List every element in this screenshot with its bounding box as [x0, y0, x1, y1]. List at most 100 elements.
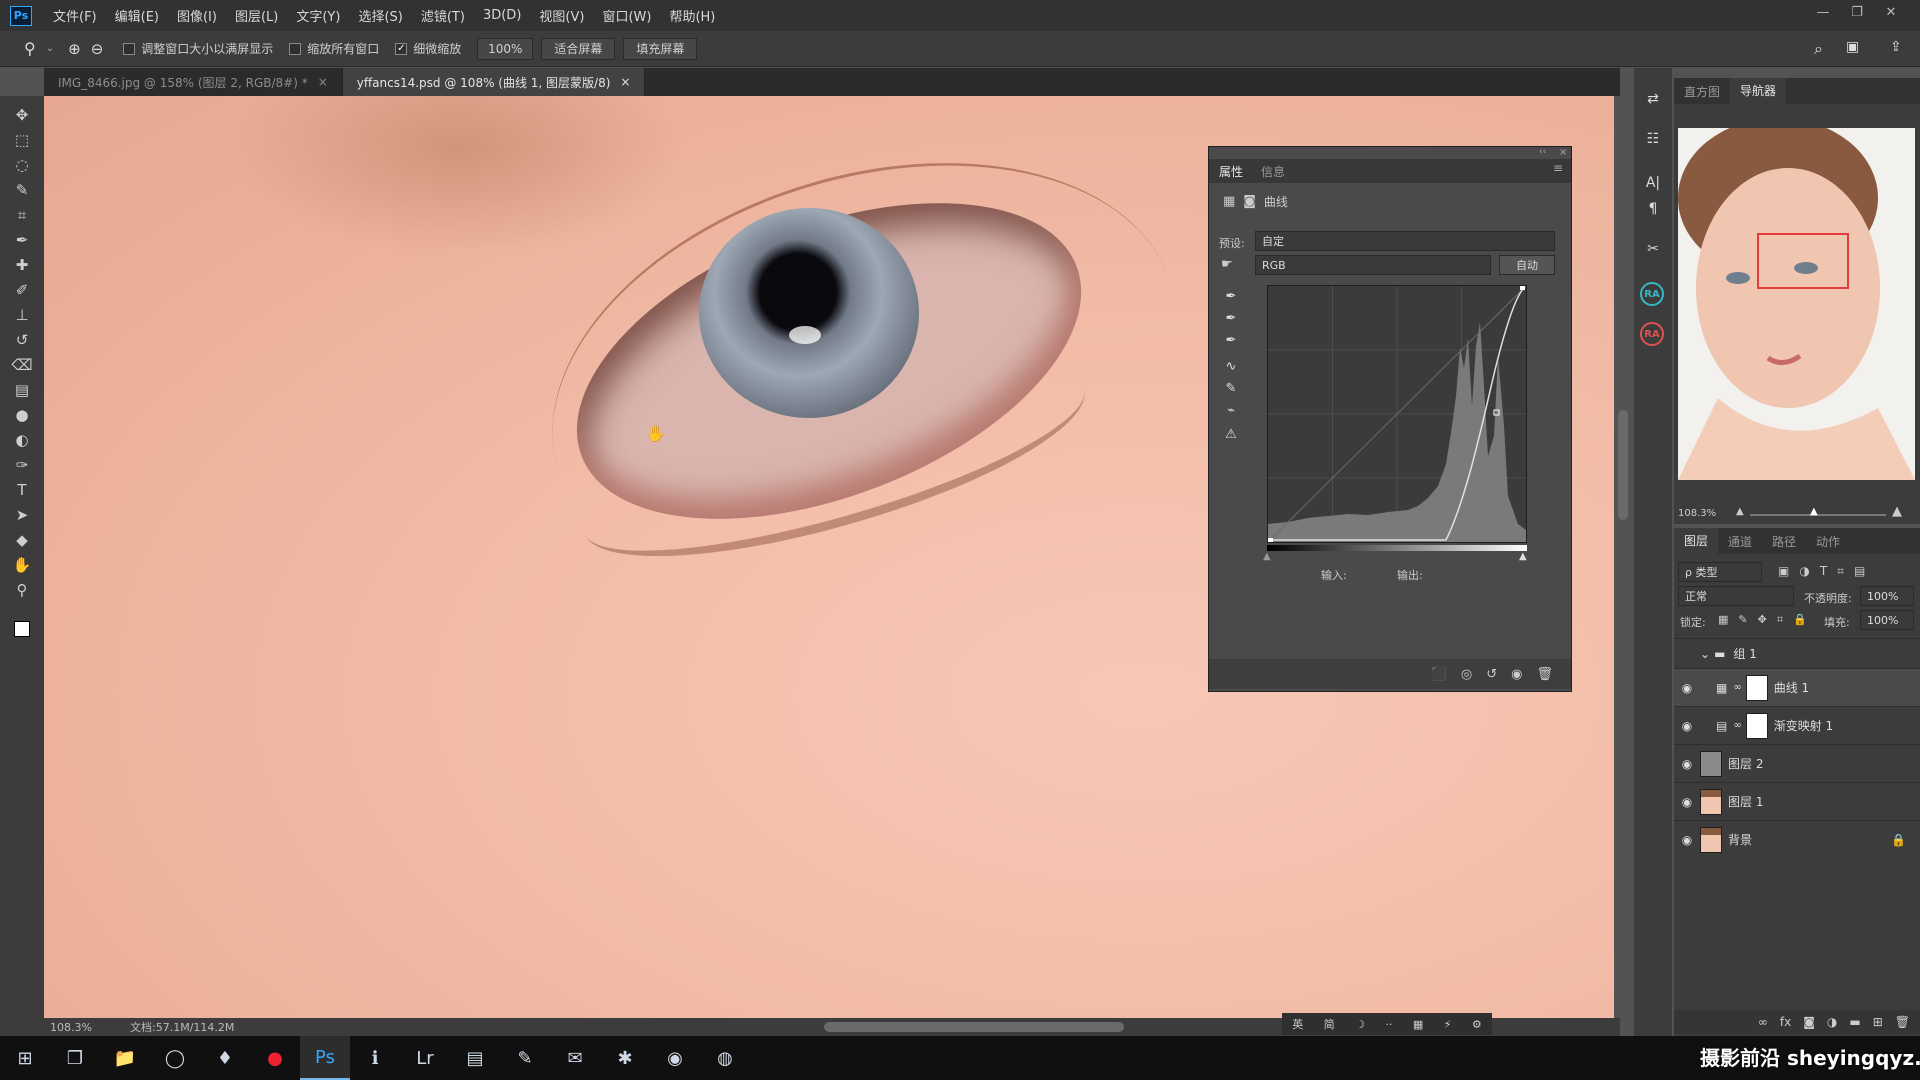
- eye-icon[interactable]: ◉: [1674, 681, 1700, 695]
- status-doc-size[interactable]: 文档:57.1M/114.2M: [130, 1019, 234, 1035]
- mask-thumbnail[interactable]: [1745, 674, 1768, 701]
- lock-transparency-icon[interactable]: ▦: [1718, 613, 1728, 627]
- opacity-field[interactable]: 100%: [1860, 586, 1914, 606]
- close-icon[interactable]: ×: [1559, 147, 1567, 159]
- gray-eyedropper-icon[interactable]: ✒: [1221, 309, 1241, 327]
- tab-layers[interactable]: 图层: [1674, 528, 1719, 554]
- white-slider-icon[interactable]: ▲: [1519, 551, 1527, 562]
- stamp-icon[interactable]: ⊥: [10, 304, 34, 326]
- layer-name[interactable]: 图层 2: [1728, 755, 1763, 772]
- restore-button[interactable]: ❐: [1840, 0, 1874, 24]
- horizontal-scrollbar[interactable]: [824, 1022, 1124, 1032]
- pencil-icon[interactable]: ✎: [1221, 379, 1241, 397]
- search-icon[interactable]: ⌕: [1814, 39, 1823, 59]
- move-icon[interactable]: ✥: [10, 104, 34, 126]
- eye-icon[interactable]: ◉: [1674, 719, 1700, 733]
- tab-navigator[interactable]: 导航器: [1730, 78, 1787, 104]
- tab-channels[interactable]: 通道: [1718, 533, 1762, 550]
- lock-position-icon[interactable]: ✥: [1758, 613, 1767, 627]
- delete-layer-icon[interactable]: 🗑: [1895, 1015, 1910, 1029]
- visibility-icon[interactable]: ◉: [1511, 667, 1522, 682]
- black-eyedropper-icon[interactable]: ✒: [1221, 287, 1241, 305]
- resize-windows-checkbox[interactable]: 调整窗口大小以满屏显示: [123, 40, 273, 57]
- app3-icon[interactable]: ✱: [600, 1036, 650, 1080]
- type-filter-icon[interactable]: T: [1820, 564, 1827, 579]
- photoshop-icon[interactable]: Ps: [300, 1036, 350, 1080]
- zoom-icon[interactable]: ⚲: [10, 579, 34, 601]
- menu-select[interactable]: 选择(S): [349, 6, 411, 25]
- menu-image[interactable]: 图像(I): [168, 6, 226, 25]
- ime-punct-icon[interactable]: ··: [1385, 1018, 1392, 1031]
- curves-adjustment-icon[interactable]: ▦: [1223, 194, 1235, 209]
- character-icon[interactable]: A|: [1640, 170, 1666, 196]
- new-layer-icon[interactable]: ⊞: [1873, 1015, 1883, 1029]
- eye-icon[interactable]: ◉: [1674, 795, 1700, 809]
- layer-row-layer2[interactable]: ◉ 图层 2: [1674, 744, 1920, 782]
- menu-layer[interactable]: 图层(L): [226, 6, 287, 25]
- vertical-scrollbar[interactable]: [1618, 410, 1628, 520]
- lock-all-icon[interactable]: 🔒: [1793, 613, 1807, 627]
- curves-graph[interactable]: [1267, 285, 1527, 543]
- menu-3d[interactable]: 3D(D): [474, 8, 530, 23]
- curve-point-icon[interactable]: ∿: [1221, 357, 1241, 375]
- eraser-icon[interactable]: ⌫: [10, 354, 34, 376]
- gradient-icon[interactable]: ▤: [10, 379, 34, 401]
- photoshop-logo-icon[interactable]: Ps: [10, 5, 32, 26]
- layer-thumbnail[interactable]: [1700, 788, 1722, 815]
- ime-moon-icon[interactable]: ☽: [1355, 1018, 1365, 1031]
- layer-name[interactable]: 曲线 1: [1774, 679, 1809, 696]
- link-layers-icon[interactable]: ∞: [1758, 1015, 1768, 1029]
- target-adjust-icon[interactable]: ☛: [1221, 257, 1233, 272]
- brush-icon[interactable]: ✐: [10, 279, 34, 301]
- add-mask-icon[interactable]: ◙: [1803, 1015, 1815, 1029]
- eye-icon[interactable]: ◉: [1674, 833, 1700, 847]
- ime-simplified[interactable]: 简: [1324, 1016, 1335, 1032]
- fit-screen-button[interactable]: 适合屏幕: [541, 37, 616, 60]
- share-icon[interactable]: ⇪: [1890, 39, 1902, 55]
- ra-plugin-icon[interactable]: RA: [1640, 322, 1664, 346]
- hand-icon[interactable]: ✋: [10, 554, 34, 576]
- blur-icon[interactable]: ●: [10, 404, 34, 426]
- notes-icon[interactable]: ▤: [450, 1036, 500, 1080]
- task-view-icon[interactable]: ❐: [50, 1036, 100, 1080]
- adjustments-icon[interactable]: ☷: [1640, 126, 1666, 152]
- menu-window[interactable]: 窗口(W): [593, 6, 660, 25]
- tools-preset-icon[interactable]: ✂: [1640, 236, 1666, 262]
- smart-filter-icon[interactable]: ▤: [1854, 564, 1865, 579]
- adjustment-filter-icon[interactable]: ◑: [1799, 564, 1809, 579]
- smooth-icon[interactable]: ⌁: [1221, 401, 1241, 419]
- white-eyedropper-icon[interactable]: ✒: [1221, 331, 1241, 349]
- collapse-icon[interactable]: ‹‹: [1539, 147, 1546, 159]
- link-icon[interactable]: ∞: [1733, 682, 1741, 693]
- scrubby-zoom-checkbox[interactable]: ✓ 细微缩放: [395, 40, 461, 57]
- layer-thumbnail[interactable]: [1700, 750, 1722, 777]
- fill-field[interactable]: 100%: [1860, 610, 1914, 630]
- layer-filter-select[interactable]: ρ 类型: [1678, 562, 1762, 582]
- paragraph-icon[interactable]: ¶: [1640, 196, 1666, 222]
- menu-help[interactable]: 帮助(H): [660, 6, 724, 25]
- app5-icon[interactable]: ◍: [700, 1036, 750, 1080]
- menu-filter[interactable]: 滤镜(T): [412, 6, 474, 25]
- fill-screen-button[interactable]: 填充屏幕: [623, 37, 698, 60]
- clip-to-layer-icon[interactable]: ⬛: [1431, 667, 1447, 682]
- zoom-out-icon[interactable]: ⊖: [91, 40, 104, 58]
- layer-name[interactable]: 组 1: [1733, 645, 1756, 662]
- start-icon[interactable]: ⊞: [0, 1036, 50, 1080]
- shape-filter-icon[interactable]: ⌗: [1837, 564, 1844, 579]
- close-icon[interactable]: ×: [318, 75, 328, 89]
- new-adjustment-icon[interactable]: ◑: [1827, 1015, 1837, 1029]
- tab-histogram[interactable]: 直方图: [1674, 83, 1730, 100]
- info-icon[interactable]: ℹ: [350, 1036, 400, 1080]
- chevron-down-icon[interactable]: ⌄: [1700, 647, 1710, 661]
- app-icon[interactable]: ♦: [200, 1036, 250, 1080]
- menu-file[interactable]: 文件(F): [44, 6, 106, 25]
- dodge-icon[interactable]: ◐: [10, 429, 34, 451]
- history-icon[interactable]: ⇄: [1640, 86, 1666, 112]
- close-icon[interactable]: ×: [620, 75, 630, 89]
- layer-row-background[interactable]: ◉ 背景 🔒: [1674, 820, 1920, 858]
- zoom-value-field[interactable]: 100%: [477, 37, 534, 60]
- zoom-in-small-icon[interactable]: ▲: [1892, 504, 1902, 519]
- mail-icon[interactable]: ✉: [550, 1036, 600, 1080]
- tab-info[interactable]: 信息: [1261, 163, 1285, 180]
- checkbox-box[interactable]: [123, 42, 136, 55]
